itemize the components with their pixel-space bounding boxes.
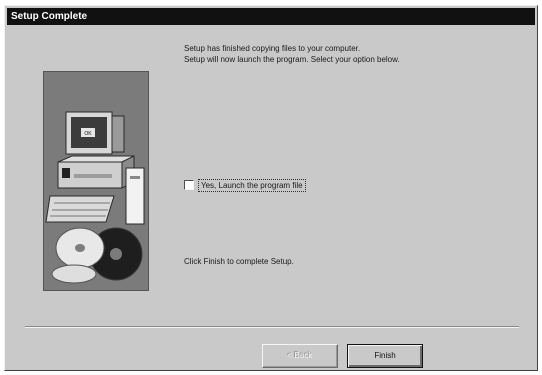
window-title: Setup Complete	[7, 8, 535, 25]
setup-message: Setup has finished copying files to your…	[184, 43, 400, 65]
back-button[interactable]: < Back	[262, 344, 338, 368]
launch-program-label[interactable]: Yes, Launch the program file	[198, 178, 306, 192]
finish-instruction: Click Finish to complete Setup.	[184, 257, 294, 266]
monitor-side	[111, 115, 125, 153]
finish-button[interactable]: Finish	[347, 344, 423, 368]
keyboard-shape	[45, 195, 115, 223]
setup-complete-dialog: Setup Complete OK Setup has finished cop…	[4, 5, 538, 371]
base-top	[57, 155, 135, 163]
computer-cd-illustration: OK	[45, 111, 145, 284]
button-divider	[25, 326, 519, 328]
drive-bay	[74, 174, 112, 178]
cd-disc-tilted	[51, 264, 97, 284]
message-line-1: Setup has finished copying files to your…	[184, 44, 361, 53]
launch-program-option[interactable]: Yes, Launch the program file	[184, 178, 306, 192]
tower-drive	[130, 176, 140, 179]
screen-ok-label: OK	[84, 131, 92, 137]
message-line-2: Setup will now launch the program. Selec…	[184, 55, 400, 64]
cd-hole-dark	[110, 248, 122, 260]
setup-illustration-panel: OK	[43, 71, 149, 291]
launch-program-checkbox[interactable]	[184, 180, 194, 190]
drive-slot	[62, 168, 70, 178]
cd-hole-light	[75, 244, 85, 252]
